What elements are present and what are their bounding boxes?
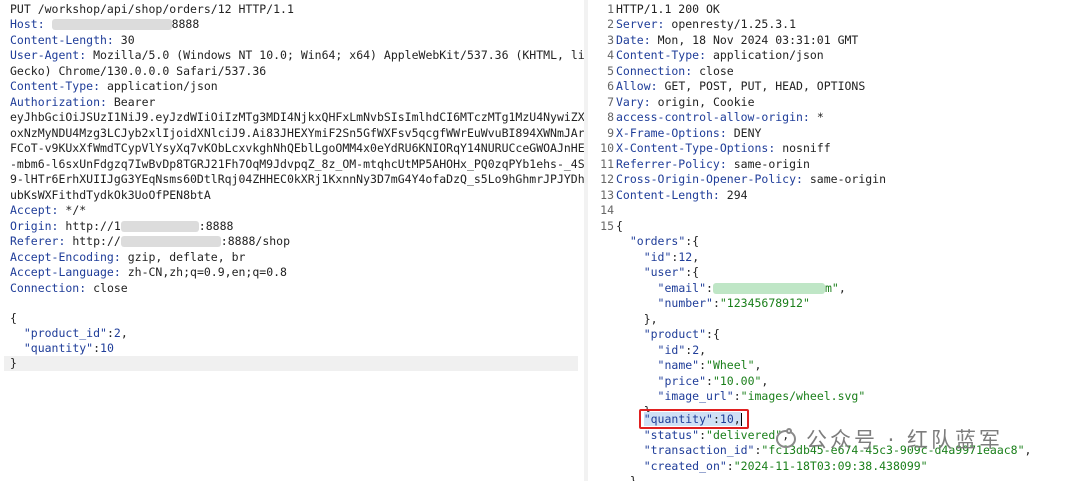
header-content-length: Content-Length: 30	[10, 33, 135, 47]
response-header: 4 Content-Type: application/json	[607, 48, 824, 62]
response-header: 2 Server: openresty/1.25.3.1	[607, 17, 797, 31]
response-header: 10 X-Content-Type-Options: nosniff	[600, 141, 831, 155]
header-referer: Referer: http://:8888/shop	[10, 234, 291, 248]
token-line: ubKsWXFithdTydkOk3UoOfPEN8btA	[10, 188, 211, 202]
header-authorization: Authorization: Bearer	[10, 95, 156, 109]
highlight-box	[639, 409, 749, 429]
json-created-on: "created_on":"2024-11-18T03:09:38.438099…	[643, 459, 928, 473]
json-image-url: "image_url":"images/wheel.svg"	[657, 389, 866, 403]
token-line: -mbm6-l6sxUnFdgzq7IwBvDp8TGRJ21Fh7OqM9Jd…	[10, 157, 584, 171]
header-host: Host: 8888	[10, 17, 200, 31]
response-header: 13 Content-Length: 294	[600, 188, 748, 202]
watermark: 公众号 · 红队蓝军	[776, 424, 1003, 454]
json-product-price: "price":"10.00",	[657, 374, 769, 388]
header-user-agent: User-Agent: Mozilla/5.0 (Windows NT 10.0…	[10, 48, 584, 62]
token-line: eyJhbGciOiJSUzI1NiJ9.eyJzdWIiOiIzMTg3MDI…	[10, 110, 584, 124]
response-header: 5 Connection: close	[607, 64, 734, 78]
request-line: PUT /workshop/api/shop/orders/12 HTTP/1.…	[10, 2, 294, 16]
redacted-host	[51, 19, 172, 30]
response-header: 12 Cross-Origin-Opener-Policy: same-origi…	[600, 172, 887, 186]
body-close[interactable]: }	[4, 356, 578, 371]
header-connection: Connection: close	[10, 281, 128, 295]
watermark-text: 公众号 · 红队蓝军	[806, 428, 1004, 452]
body-open: {	[10, 311, 17, 325]
json-user-close: },	[616, 312, 658, 326]
response-header: 3 Date: Mon, 18 Nov 2024 03:31:01 GMT	[607, 33, 859, 47]
header-user-agent-cont: Gecko) Chrome/130.0.0.0 Safari/537.36	[10, 64, 267, 78]
json-orders-close: }	[616, 474, 637, 481]
header-origin: Origin: http://1:8888	[10, 219, 234, 233]
response-header: 9 X-Frame-Options: DENY	[607, 126, 762, 140]
header-accept-language: Accept-Language: zh-CN,zh;q=0.9,en;q=0.8	[10, 265, 287, 279]
body-product-id: "product_id":2,	[23, 326, 128, 340]
json-order-id: "id":12,	[643, 250, 700, 264]
header-content-type: Content-Type: application/json	[10, 79, 218, 93]
redacted-origin	[120, 221, 199, 232]
response-header: 7 Vary: origin, Cookie	[607, 95, 755, 109]
token-line: FCoT-v9KUxXfWmdTCypVlYsyXq7vKObLcxvkghNh…	[10, 141, 584, 155]
json-number: "number":"12345678912"	[657, 296, 810, 310]
response-line: 1 HTTP/1.1 200 OK	[607, 2, 720, 16]
json-user: "user":{	[643, 265, 700, 279]
body-quantity: "quantity":10	[23, 341, 114, 355]
header-accept-encoding: Accept-Encoding: gzip, deflate, br	[10, 250, 246, 264]
response-header: 6 Allow: GET, POST, PUT, HEAD, OPTIONS	[607, 79, 866, 93]
header-accept: Accept: */*	[10, 203, 87, 217]
json-product-id: "id":2,	[657, 343, 707, 357]
json-product: "product":{	[643, 327, 720, 341]
request-editor[interactable]: PUT /workshop/api/shop/orders/12 HTTP/1.…	[0, 0, 584, 481]
token-line: oxNzMyNDU4Mzg3LCJyb2xlIjoidXNlciJ9.Ai83J…	[10, 126, 584, 140]
redacted-email	[712, 283, 825, 294]
json-product-name: "name":"Wheel",	[657, 358, 762, 372]
response-json-open: 15{	[600, 219, 623, 233]
redacted-referer	[120, 236, 221, 247]
response-header: 11 Referrer-Policy: same-origin	[600, 157, 810, 171]
response-blank-line: 14	[600, 203, 614, 217]
response-header: 8 access-control-allow-origin: *	[607, 110, 824, 124]
token-line: 9-lHTr6ErhXUIIJgG3YEqNsms60DtlRqj04ZHHEC…	[10, 172, 584, 186]
wechat-logo-icon	[776, 428, 796, 448]
json-email: "email": m",	[657, 281, 846, 295]
json-orders: "orders":{	[629, 234, 700, 248]
